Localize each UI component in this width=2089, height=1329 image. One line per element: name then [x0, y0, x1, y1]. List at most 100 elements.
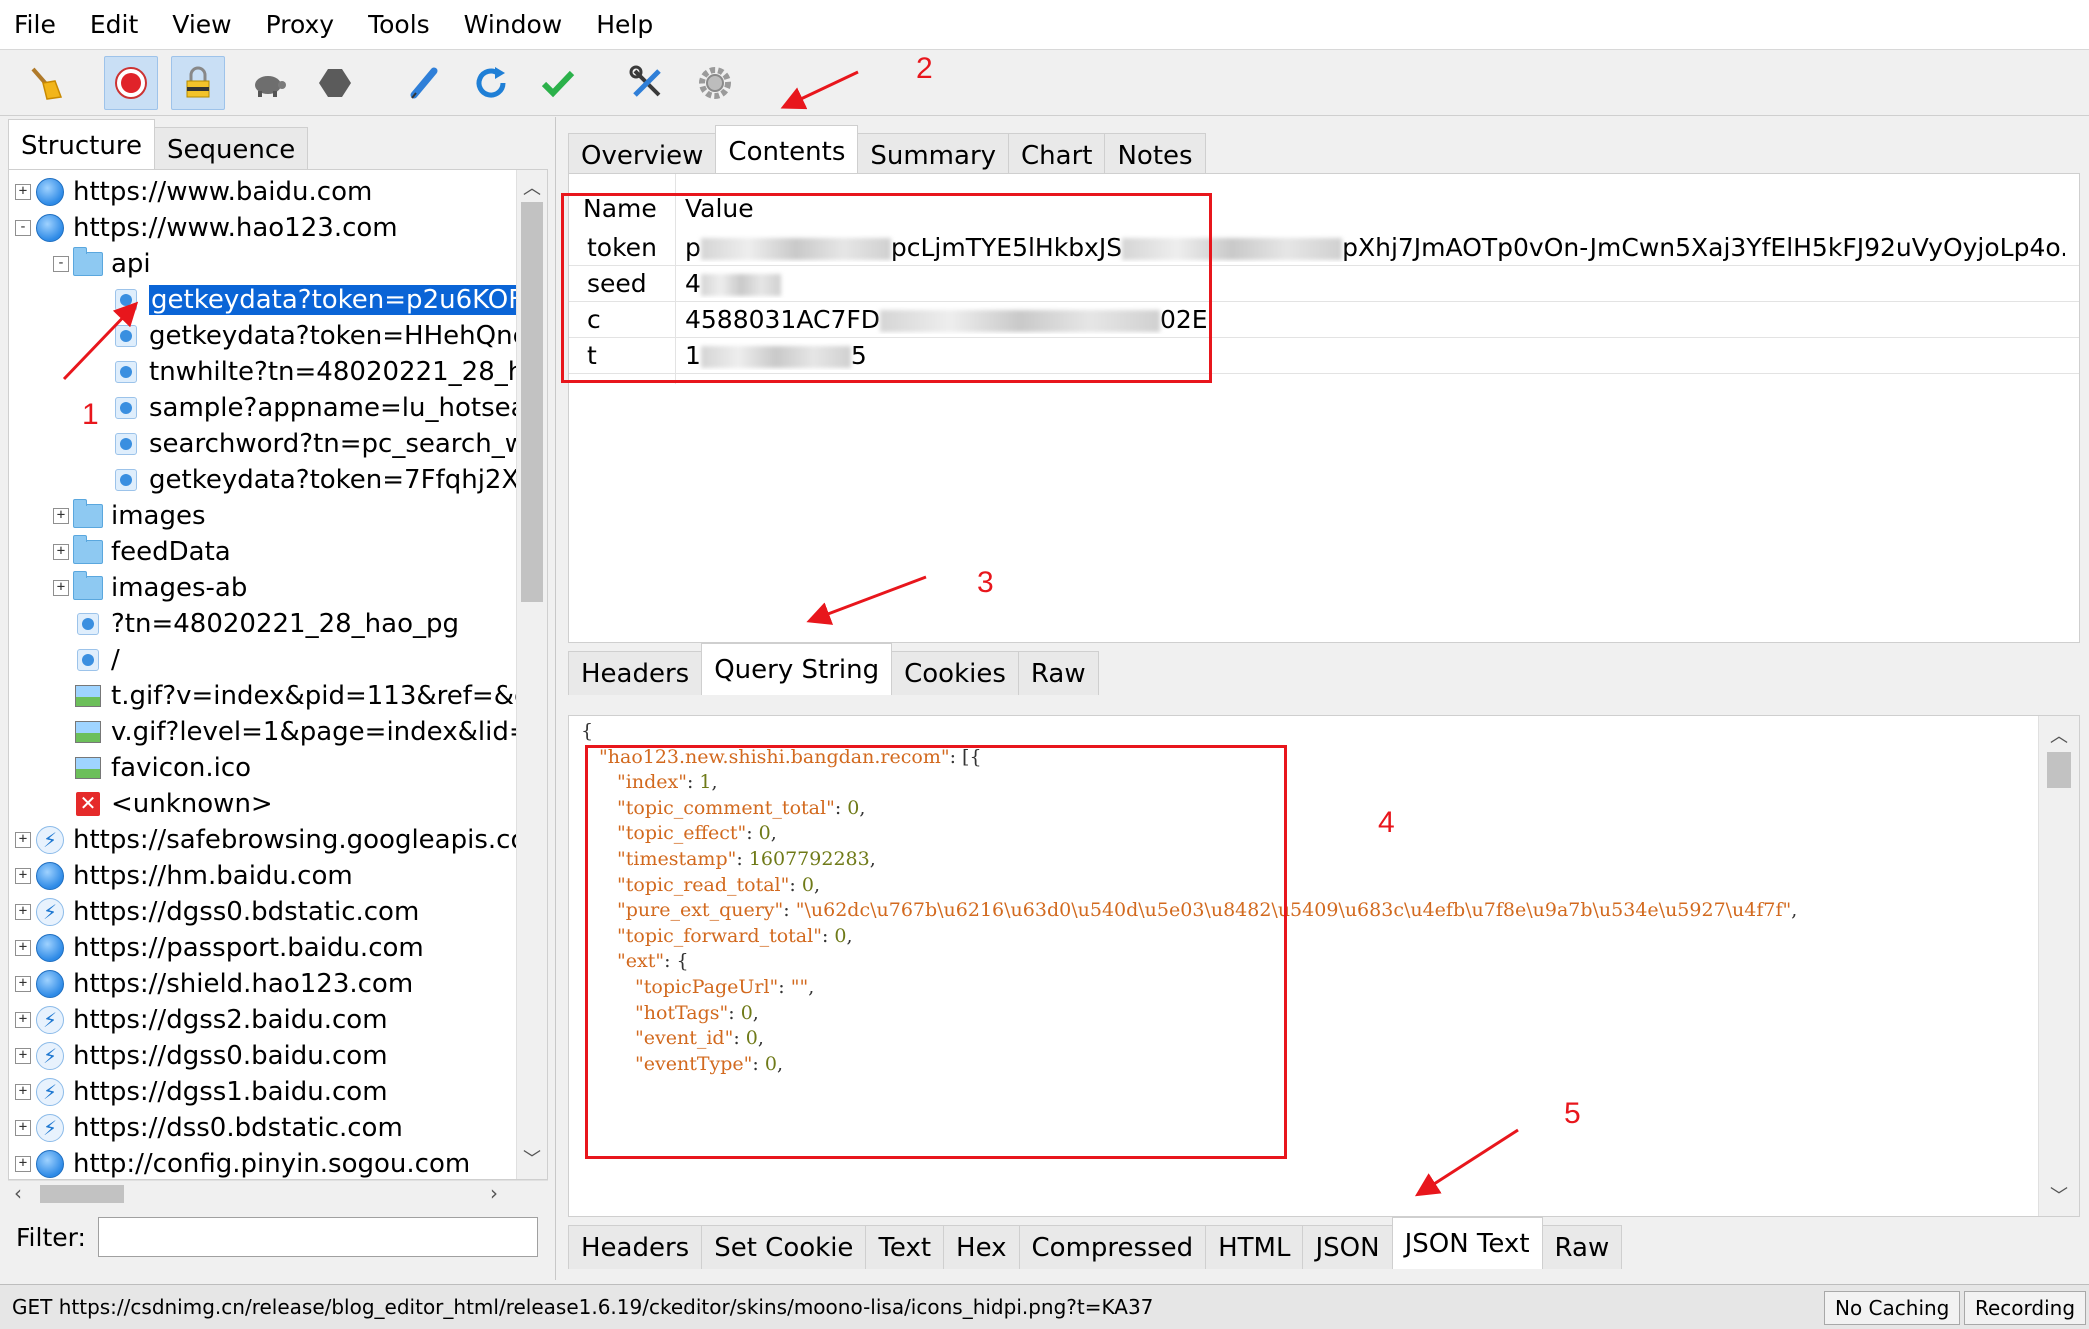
- menu-edit[interactable]: Edit: [90, 10, 138, 39]
- tab-request-raw[interactable]: Raw: [1017, 651, 1099, 695]
- clear-button[interactable]: [18, 56, 72, 110]
- tree-item[interactable]: images-ab: [73, 570, 247, 606]
- tree-item[interactable]: getkeydata?token=7Ffqhj2XDIc: [111, 462, 547, 498]
- tree-item[interactable]: v.gif?level=1&page=index&lid=48: [73, 714, 547, 750]
- menu-file[interactable]: File: [14, 10, 56, 39]
- tab-overview[interactable]: Overview: [568, 133, 717, 177]
- json-vertical-scrollbar[interactable]: ︿ ﹀: [2038, 716, 2079, 1216]
- scroll-right-arrow-icon[interactable]: ›: [490, 1181, 498, 1205]
- tab-request-headers[interactable]: Headers: [568, 651, 703, 695]
- tree-item[interactable]: t.gif?v=index&pid=113&ref=&em: [73, 678, 547, 714]
- no-caching-toggle[interactable]: No Caching: [1824, 1291, 1961, 1325]
- validate-button[interactable]: [531, 56, 585, 110]
- tree-item[interactable]: getkeydata?token=p2u6KOFoJ: [111, 282, 547, 318]
- breakpoints-button[interactable]: [308, 56, 362, 110]
- tree-item[interactable]: ⚡ https://dgss0.bdstatic.com: [35, 894, 419, 930]
- ssl-proxying-button[interactable]: [171, 56, 225, 110]
- tree-item[interactable]: ⚡ https://safebrowsing.googleapis.com: [35, 822, 548, 858]
- menu-tools[interactable]: Tools: [368, 10, 430, 39]
- tree-item[interactable]: ⚡ https://dss0.bdstatic.com: [35, 1110, 403, 1146]
- tree-item[interactable]: https://www.baidu.com: [35, 174, 372, 210]
- expand-toggle[interactable]: +: [15, 832, 31, 848]
- tree-item[interactable]: sample?appname=lu_hotsearch: [111, 390, 547, 426]
- tab-compressed[interactable]: Compressed: [1018, 1225, 1207, 1269]
- tab-chart[interactable]: Chart: [1008, 133, 1106, 177]
- tab-notes[interactable]: Notes: [1104, 133, 1206, 177]
- filter-input[interactable]: [97, 1217, 538, 1257]
- tab-response-headers[interactable]: Headers: [568, 1225, 703, 1269]
- tab-hex[interactable]: Hex: [943, 1225, 1020, 1269]
- expand-toggle[interactable]: +: [15, 1012, 31, 1028]
- expand-toggle[interactable]: +: [15, 1156, 31, 1172]
- expand-toggle[interactable]: +: [15, 1120, 31, 1136]
- tree-item[interactable]: feedData: [73, 534, 231, 570]
- tree-item[interactable]: https://passport.baidu.com: [35, 930, 424, 966]
- tab-json-text[interactable]: JSON Text: [1391, 1217, 1543, 1269]
- expand-toggle[interactable]: +: [15, 1048, 31, 1064]
- expand-toggle[interactable]: +: [15, 1084, 31, 1100]
- expand-toggle[interactable]: +: [53, 508, 69, 524]
- tree-item[interactable]: tnwhilte?tn=48020221_28_hao_: [111, 354, 547, 390]
- expand-toggle[interactable]: +: [53, 544, 69, 560]
- request-icon: [111, 465, 141, 495]
- tab-contents[interactable]: Contents: [715, 125, 859, 177]
- tree-item[interactable]: https://www.hao123.com: [35, 210, 398, 246]
- json-scroll-down-icon[interactable]: ﹀: [2039, 1182, 2079, 1208]
- expand-toggle[interactable]: -: [53, 256, 69, 272]
- tree-item[interactable]: /: [73, 642, 120, 678]
- json-scroll-thumb[interactable]: [2047, 752, 2071, 788]
- menu-proxy[interactable]: Proxy: [266, 10, 334, 39]
- expand-toggle[interactable]: +: [15, 940, 31, 956]
- tab-response-raw[interactable]: Raw: [1541, 1225, 1623, 1269]
- tab-json[interactable]: JSON: [1302, 1225, 1393, 1269]
- tools-button[interactable]: [620, 56, 674, 110]
- tree-scroll-thumb[interactable]: [521, 202, 543, 602]
- expand-toggle[interactable]: +: [15, 868, 31, 884]
- expand-toggle[interactable]: -: [15, 220, 31, 236]
- scroll-down-arrow-icon[interactable]: ﹀: [517, 1145, 547, 1171]
- expand-toggle[interactable]: +: [15, 976, 31, 992]
- expand-toggle[interactable]: +: [15, 184, 31, 200]
- tree-horizontal-scrollbar[interactable]: ‹ ›: [8, 1180, 548, 1206]
- tab-query-string[interactable]: Query String: [701, 643, 893, 695]
- json-scroll-up-icon[interactable]: ︿: [2039, 722, 2079, 748]
- tree-item-label: https://dgss2.baidu.com: [73, 1005, 388, 1035]
- repeat-button[interactable]: [464, 56, 518, 110]
- tree-item[interactable]: ✕ <unknown>: [73, 786, 273, 822]
- tree-item[interactable]: ⚡ https://dgss0.baidu.com: [35, 1038, 388, 1074]
- tree-item[interactable]: api: [73, 246, 151, 282]
- error-icon: ✕: [73, 789, 103, 819]
- throttle-button[interactable]: [241, 56, 295, 110]
- tab-request-cookies[interactable]: Cookies: [891, 651, 1019, 695]
- recording-toggle[interactable]: Recording: [1964, 1291, 2087, 1325]
- compose-button[interactable]: [397, 56, 451, 110]
- scroll-left-arrow-icon[interactable]: ‹: [14, 1181, 22, 1205]
- settings-button[interactable]: [688, 56, 742, 110]
- tree-item[interactable]: favicon.ico: [73, 750, 251, 786]
- tree-item[interactable]: https://hm.baidu.com: [35, 858, 353, 894]
- tab-summary[interactable]: Summary: [857, 133, 1010, 177]
- expand-toggle[interactable]: +: [53, 580, 69, 596]
- scroll-up-arrow-icon[interactable]: ︿: [517, 174, 547, 200]
- tree-item[interactable]: ⚡ https://dgss1.baidu.com: [35, 1074, 388, 1110]
- tree-item[interactable]: searchword?tn=pc_search_word: [111, 426, 547, 462]
- tab-text[interactable]: Text: [865, 1225, 945, 1269]
- tree-item[interactable]: ⚡ https://dgss2.baidu.com: [35, 1002, 388, 1038]
- tree-vertical-scrollbar[interactable]: ︿ ﹀: [516, 170, 547, 1179]
- tab-structure[interactable]: Structure: [8, 119, 155, 171]
- record-button[interactable]: [104, 56, 158, 110]
- menu-window[interactable]: Window: [464, 10, 563, 39]
- tree-item[interactable]: http://config.pinyin.sogou.com: [35, 1146, 470, 1179]
- tree-item-label: https://safebrowsing.googleapis.com: [73, 825, 548, 855]
- tab-sequence[interactable]: Sequence: [153, 127, 309, 171]
- tree-item[interactable]: ?tn=48020221_28_hao_pg: [73, 606, 459, 642]
- menu-help[interactable]: Help: [596, 10, 653, 39]
- tree-item[interactable]: https://shield.hao123.com: [35, 966, 413, 1002]
- menu-view[interactable]: View: [172, 10, 231, 39]
- tab-html[interactable]: HTML: [1205, 1225, 1304, 1269]
- tree-item[interactable]: getkeydata?token=HHehQncqu: [111, 318, 547, 354]
- tree-hscroll-thumb[interactable]: [40, 1185, 124, 1203]
- expand-toggle[interactable]: +: [15, 904, 31, 920]
- tab-set-cookie[interactable]: Set Cookie: [701, 1225, 867, 1269]
- tree-item[interactable]: images: [73, 498, 206, 534]
